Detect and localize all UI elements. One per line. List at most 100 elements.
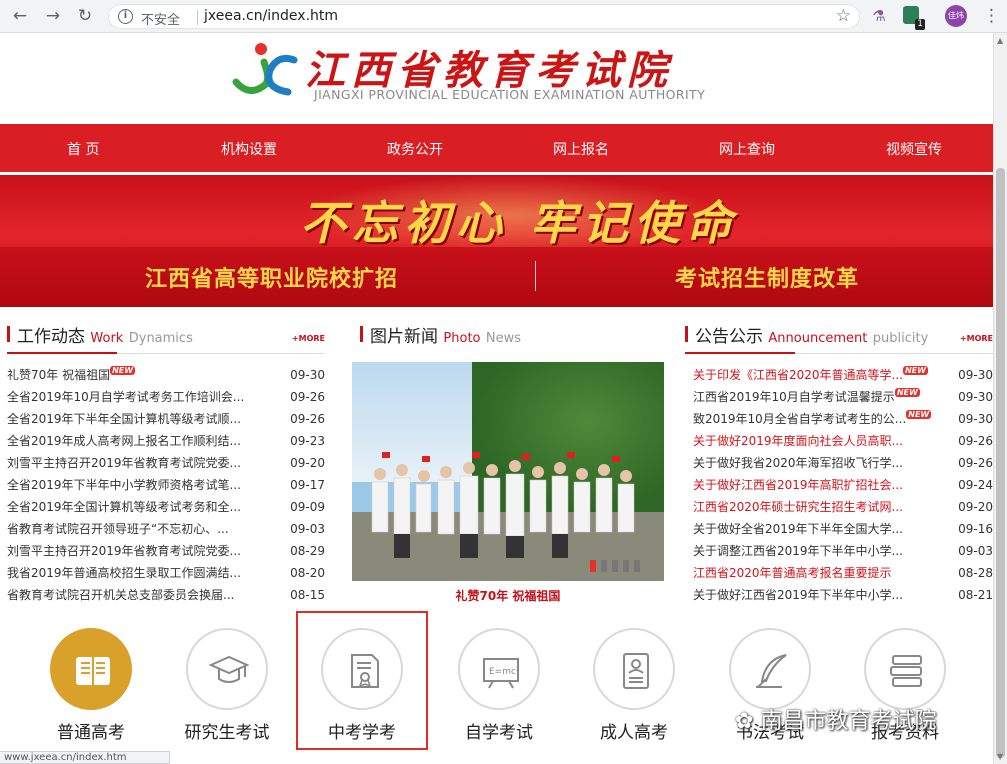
scrollbar[interactable]: ▲ ▼ bbox=[993, 33, 1007, 764]
blackboard-icon[interactable]: E=mc² bbox=[458, 628, 540, 710]
item-title[interactable]: 江西省2020年硕士研究生招生考试网... bbox=[693, 496, 903, 518]
carousel-dot[interactable] bbox=[601, 560, 607, 572]
nav-online-query[interactable]: 网上查询 bbox=[719, 139, 775, 159]
list-item[interactable]: 关于印发《江西省2020年普通高等学... NEW 09-30 bbox=[693, 364, 993, 386]
banner-right-link[interactable]: 考试招生制度改革 bbox=[675, 261, 859, 293]
id-card-icon[interactable] bbox=[593, 628, 675, 710]
list-item[interactable]: 关于做好江西省2019年高职扩招社会... 09-24 bbox=[693, 474, 993, 496]
menu-icon[interactable]: ⋮ bbox=[983, 6, 1000, 26]
scroll-down-icon[interactable]: ▼ bbox=[997, 752, 1003, 761]
carousel-dot[interactable] bbox=[590, 560, 596, 572]
item-title[interactable]: 关于做好2019年度面向社会人员高职... bbox=[693, 430, 903, 452]
book-icon[interactable] bbox=[50, 628, 132, 710]
item-title[interactable]: 关于印发《江西省2020年普通高等学... bbox=[693, 364, 903, 386]
list-item[interactable]: 全省2019年下半年中小学教师资格考试笔... 09-17 bbox=[7, 474, 325, 496]
photo-caption[interactable]: 礼赞70年 祝福祖国 bbox=[352, 587, 664, 604]
list-item[interactable]: 全省2019年全国计算机等级考试考务和全... 09-09 bbox=[7, 496, 325, 518]
banner-slogan: 不忘初心 牢记使命 bbox=[300, 196, 739, 250]
avatar[interactable]: 佳炜 bbox=[945, 5, 967, 27]
item-title[interactable]: 关于做好我省2020年海军招收飞行学... bbox=[693, 452, 903, 474]
list-item[interactable]: 江西省2019年10月自学考试温馨提示 NEW 09-30 bbox=[693, 386, 993, 408]
list-item[interactable]: 江西省2020年硕士研究生招生考试网... 09-20 bbox=[693, 496, 993, 518]
quill-icon[interactable] bbox=[729, 628, 811, 710]
quick-link-4[interactable]: 成人高考 bbox=[589, 628, 679, 743]
list-item[interactable]: 我省2019年普通高校招生录取工作圆满结... 08-20 bbox=[7, 562, 325, 584]
item-date: 09-03 bbox=[290, 522, 325, 536]
item-date: 09-16 bbox=[958, 522, 993, 536]
graduation-cap-icon[interactable] bbox=[186, 628, 268, 710]
quick-link-label[interactable]: 自学考试 bbox=[454, 718, 544, 743]
item-title[interactable]: 全省2019年下半年中小学教师资格考试笔... bbox=[7, 474, 241, 496]
site-subtitle: JIANGXI PROVINCIAL EDUCATION EXAMINATION… bbox=[314, 87, 706, 102]
quick-link-label[interactable]: 成人高考 bbox=[589, 718, 679, 743]
item-title[interactable]: 省教育考试院召开领导班子“不忘初心、... bbox=[7, 518, 229, 540]
quick-link-0[interactable]: 普通高考 bbox=[46, 628, 136, 743]
quick-link-3[interactable]: E=mc² 自学考试 bbox=[454, 628, 544, 743]
item-title[interactable]: 省教育考试院召开机关总支部委员会换届... bbox=[7, 584, 234, 606]
scroll-thumb[interactable] bbox=[996, 168, 1005, 758]
item-date: 09-17 bbox=[290, 478, 325, 492]
list-item[interactable]: 刘雪平主持召开2019年省教育考试院党委... 09-20 bbox=[7, 452, 325, 474]
list-item[interactable]: 省教育考试院召开领导班子“不忘初心、... 09-03 bbox=[7, 518, 325, 540]
item-title[interactable]: 关于做好江西省2019年高职扩招社会... bbox=[693, 474, 903, 496]
url-text[interactable]: jxeea.cn/index.htm bbox=[204, 8, 338, 24]
nav-organization[interactable]: 机构设置 bbox=[221, 139, 277, 159]
list-item[interactable]: 关于做好全省2019年下半年全国大学... 09-16 bbox=[693, 518, 993, 540]
more-link[interactable]: +MORE bbox=[292, 334, 325, 343]
quick-link-1[interactable]: 研究生考试 bbox=[182, 628, 272, 743]
item-title[interactable]: 刘雪平主持召开2019年省教育考试院党委... bbox=[7, 452, 241, 474]
list-item[interactable]: 全省2019年10月自学考试考务工作培训会... 09-26 bbox=[7, 386, 325, 408]
info-icon[interactable]: i bbox=[118, 9, 133, 24]
nav-government-affairs[interactable]: 政务公开 bbox=[387, 139, 443, 159]
address-bar[interactable]: i 不安全 jxeea.cn/index.htm ☆ bbox=[108, 4, 860, 29]
news-photo[interactable] bbox=[352, 362, 664, 581]
quick-link-label[interactable]: 研究生考试 bbox=[182, 718, 272, 743]
item-title[interactable]: 关于做好全省2019年下半年全国大学... bbox=[693, 518, 903, 540]
carousel-dot[interactable] bbox=[612, 560, 618, 572]
banner[interactable]: 不忘初心 牢记使命 江西省高等职业院校扩招 考试招生制度改革 bbox=[0, 175, 993, 307]
site-logo[interactable] bbox=[228, 40, 298, 100]
scroll-up-icon[interactable]: ▲ bbox=[997, 36, 1003, 45]
list-item[interactable]: 全省2019年下半年全国计算机等级考试顺... 09-26 bbox=[7, 408, 325, 430]
back-icon[interactable]: ← bbox=[10, 6, 30, 26]
section-header: 图片新闻 Photo News bbox=[360, 318, 665, 354]
extension-icon[interactable]: ⚗ bbox=[870, 7, 888, 25]
list-item[interactable]: 江西省2020年普通高考报名重要提示 08-28 bbox=[693, 562, 993, 584]
item-title[interactable]: 全省2019年下半年全国计算机等级考试顺... bbox=[7, 408, 241, 430]
item-title[interactable]: 刘雪平主持召开2019年省教育考试院党委... bbox=[7, 540, 241, 562]
list-item[interactable]: 刘雪平主持召开2019年省教育考试院党委... 08-29 bbox=[7, 540, 325, 562]
forward-icon[interactable]: → bbox=[43, 6, 63, 26]
item-title[interactable]: 全省2019年10月自学考试考务工作培训会... bbox=[7, 386, 244, 408]
nav-online-registration[interactable]: 网上报名 bbox=[553, 139, 609, 159]
nav-home[interactable]: 首 页 bbox=[67, 139, 99, 159]
reload-icon[interactable]: ↻ bbox=[75, 6, 95, 26]
carousel-dot[interactable] bbox=[634, 560, 640, 572]
item-title[interactable]: 关于做好江西省2019年下半年中小学... bbox=[693, 584, 903, 606]
books-icon[interactable] bbox=[864, 628, 946, 710]
list-item[interactable]: 关于做好我省2020年海军招收飞行学... 09-26 bbox=[693, 452, 993, 474]
list-item[interactable]: 礼赞70年 祝福祖国 NEW 09-30 bbox=[7, 364, 325, 386]
section-header: 工作动态 Work Dynamics +MORE bbox=[7, 318, 325, 354]
item-title[interactable]: 关于调整江西省2019年下半年中小学... bbox=[693, 540, 903, 562]
item-title[interactable]: 我省2019年普通高校招生录取工作圆满结... bbox=[7, 562, 241, 584]
list-item[interactable]: 关于调整江西省2019年下半年中小学... 09-03 bbox=[693, 540, 993, 562]
item-title[interactable]: 全省2019年全国计算机等级考试考务和全... bbox=[7, 496, 241, 518]
carousel-dot[interactable] bbox=[623, 560, 629, 572]
list-item[interactable]: 致2019年10月全省自学考试考生的公... NEW 09-30 bbox=[693, 408, 993, 430]
list-item[interactable]: 省教育考试院召开机关总支部委员会换届... 08-15 bbox=[7, 584, 325, 606]
item-date: 09-09 bbox=[290, 500, 325, 514]
list-item[interactable]: 关于做好2019年度面向社会人员高职... 09-26 bbox=[693, 430, 993, 452]
quick-link-label[interactable]: 普通高考 bbox=[46, 718, 136, 743]
item-title[interactable]: 江西省2019年10月自学考试温馨提示 bbox=[693, 386, 895, 408]
list-item[interactable]: 关于做好江西省2019年下半年中小学... 08-21 bbox=[693, 584, 993, 606]
item-title[interactable]: 致2019年10月全省自学考试考生的公... bbox=[693, 408, 906, 430]
banner-left-link[interactable]: 江西省高等职业院校扩招 bbox=[145, 261, 398, 293]
bookmark-star-icon[interactable]: ☆ bbox=[836, 6, 851, 26]
item-title[interactable]: 礼赞70年 祝福祖国 bbox=[7, 364, 110, 386]
list-item[interactable]: 全省2019年成人高考网上报名工作顺利结... 09-23 bbox=[7, 430, 325, 452]
item-title[interactable]: 全省2019年成人高考网上报名工作顺利结... bbox=[7, 430, 241, 452]
item-title[interactable]: 江西省2020年普通高考报名重要提示 bbox=[693, 562, 892, 584]
shield-extension-icon[interactable]: 1 bbox=[903, 6, 925, 30]
nav-video[interactable]: 视频宣传 bbox=[886, 139, 942, 159]
more-link[interactable]: +MORE bbox=[960, 334, 993, 343]
